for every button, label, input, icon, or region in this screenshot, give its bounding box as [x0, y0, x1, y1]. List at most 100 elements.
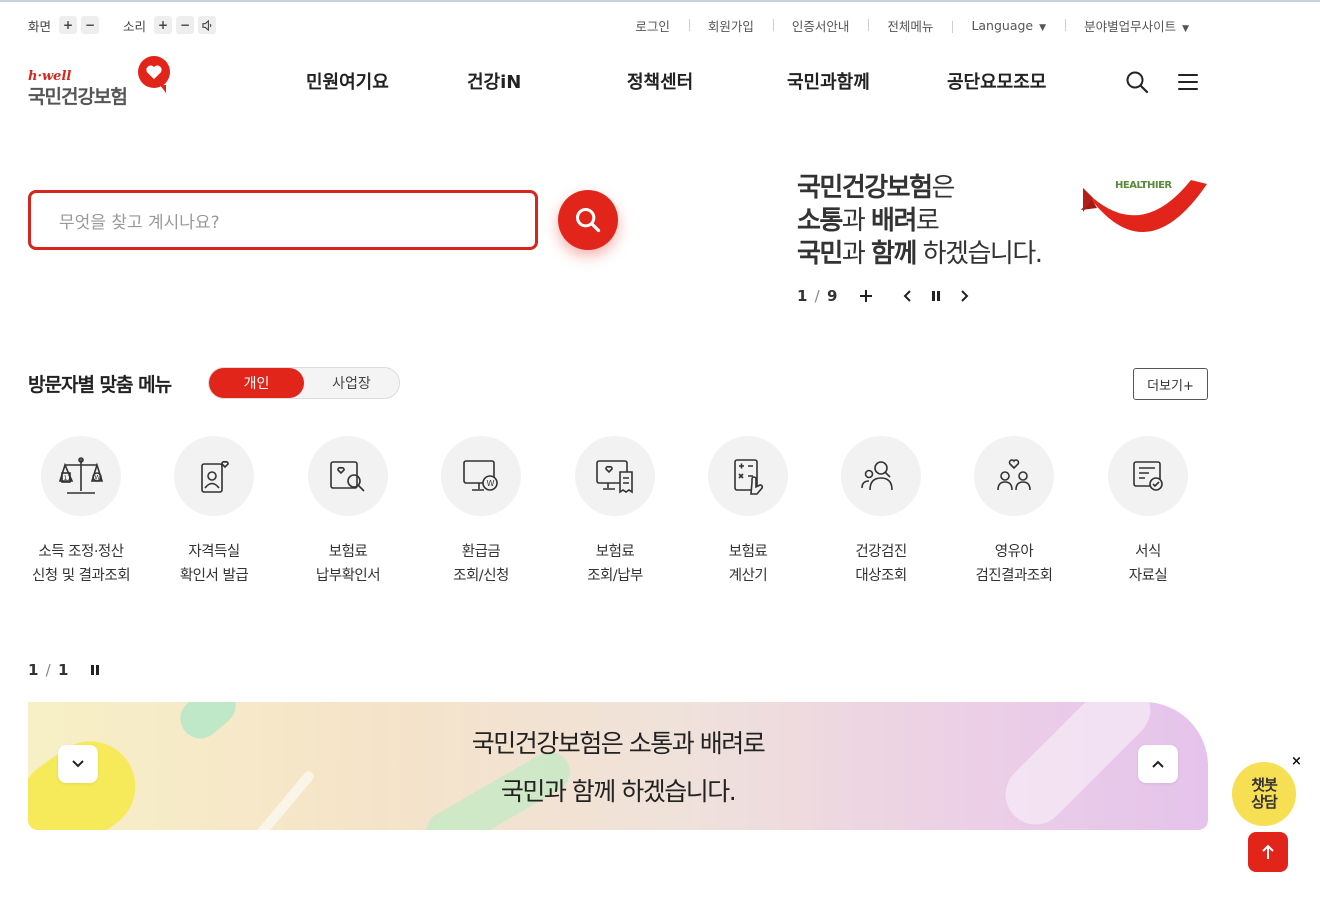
pause-icon [91, 665, 100, 675]
nhis-logo[interactable]: h·well 국민건강보험 [28, 56, 173, 108]
banner-expand-button[interactable] [58, 745, 98, 783]
quick-menu-line2: 신청 및 결과조회 [31, 568, 131, 584]
banner-collapse-button[interactable] [1138, 745, 1178, 783]
quick-menu-item[interactable]: 건강검진 대상조회 [814, 436, 948, 588]
svg-text:11: 11 [64, 475, 72, 482]
menu-icon-circle: 11 W [41, 436, 121, 516]
visitor-menu-title: 방문자별 맞춤 메뉴 [28, 374, 172, 396]
menu-icon-circle [1108, 436, 1188, 516]
quick-menu-line2: 대상조회 [855, 568, 907, 584]
quick-menu-line1: 건강검진 [855, 544, 907, 560]
banner-line-2: 국민과 함께 하겠습니다. [500, 777, 737, 806]
logo-heart-icon [138, 56, 170, 93]
quick-menu-item[interactable]: 영유아 검진결과조회 [947, 436, 1081, 588]
nav-item-health-in[interactable]: 건강iN [467, 68, 521, 94]
header-search-button[interactable] [1125, 70, 1149, 94]
all-menu-link[interactable]: 전체메뉴 [868, 16, 952, 35]
scroll-to-top-button[interactable] [1248, 832, 1288, 872]
chatbot-button[interactable]: 챗봇 상담 [1232, 762, 1296, 826]
main-search-input[interactable]: 무엇을 찾고 계시나요? [28, 190, 538, 250]
quick-menu-item[interactable]: 자격득실 확인서 발급 [147, 436, 281, 588]
volume-up-button[interactable]: + [154, 16, 173, 34]
main-search-button[interactable] [558, 190, 618, 250]
ribbon-arc-icon [1081, 180, 1207, 233]
caret-down-icon: ▼ [1039, 22, 1047, 33]
quick-menu-item[interactable]: 11 W 소득 조정·정산 신청 및 결과조회 [14, 436, 148, 588]
menu-icon-circle [575, 436, 655, 516]
language-label: Language [971, 17, 1034, 33]
visitor-type-toggle: 개인 사업장 [208, 367, 400, 399]
chatbot-close-button[interactable]: × [1291, 754, 1302, 769]
menu-icon-circle [974, 436, 1054, 516]
slide-next-button[interactable] [954, 286, 974, 306]
quick-menu-line2: 납부확인서 [315, 568, 381, 584]
more-button[interactable]: 더보기+ [1133, 368, 1208, 400]
banner-line-1: 국민건강보험은 소통과 배려로 [471, 729, 766, 758]
slide-prev-button[interactable] [898, 286, 918, 306]
quick-menu-line2: 조회/신청 [453, 568, 509, 584]
certificate-guide-link[interactable]: 인증서안내 [772, 16, 869, 35]
banner-pause-button[interactable] [85, 660, 105, 680]
chevron-down-icon [72, 760, 84, 768]
slogan-slide-controls: 1 / 9 [797, 286, 982, 306]
chevron-right-icon [961, 290, 969, 302]
sound-control: 소리 + − [123, 16, 220, 35]
menu-icon-circle: W [441, 436, 521, 516]
menu-icon-circle [841, 436, 921, 516]
slogan-banner[interactable]: 국민건강보험은 소통과 배려로 국민과 함께 하겠습니다. [797, 172, 1097, 271]
tab-personal[interactable]: 개인 [209, 368, 304, 398]
calculator-icon [734, 459, 764, 495]
plus-icon [860, 290, 873, 302]
language-dropdown[interactable]: Language ▼ [952, 18, 1065, 33]
speaker-icon [201, 19, 211, 31]
slogan-line-2: 소통과 배려로 [797, 206, 940, 236]
signup-link[interactable]: 회원가입 [688, 16, 773, 35]
nav-item-policy-center[interactable]: 정책센터 [627, 68, 693, 94]
chevron-left-icon [903, 290, 912, 302]
slogan-line-1: 국민건강보험은 [797, 173, 955, 203]
chevron-up-icon [1152, 760, 1164, 768]
nav-item-civil-service[interactable]: 민원여기요 [306, 68, 389, 94]
quick-menu-item[interactable]: 보험료 납부확인서 [281, 436, 415, 588]
search-placeholder: 무엇을 찾고 계시나요? [59, 212, 220, 233]
quick-menu-item[interactable]: 보험료 조회/납부 [548, 436, 682, 588]
quick-menu-line2: 계산기 [728, 568, 768, 584]
quick-menu-line1: 보험료 [595, 544, 635, 560]
quick-menu-line1: 영유아 [994, 544, 1034, 560]
monitor-receipt-icon [596, 460, 633, 494]
hamburger-menu-icon [1178, 74, 1198, 90]
form-check-icon [1133, 461, 1163, 491]
pause-icon [932, 291, 941, 301]
nav-item-about-nhis[interactable]: 공단요모조모 [947, 68, 1046, 94]
tab-business[interactable]: 사업장 [304, 368, 399, 398]
speaker-button[interactable] [198, 16, 217, 34]
slogan-strip-banner[interactable]: 국민건강보험은 소통과 배려로 국민과 함께 하겠습니다. [28, 702, 1208, 830]
arrow-up-icon [1262, 844, 1274, 859]
banner-slide-controls: 1 / 1 [28, 660, 113, 680]
login-link[interactable]: 로그인 [616, 16, 689, 35]
header-menu-button[interactable] [1176, 70, 1200, 94]
healthier-ribbon: HEALTHIER [1077, 168, 1209, 238]
quick-menu-line1: 자격득실 [188, 544, 240, 560]
quick-menu-item[interactable]: W 환급금 조회/신청 [414, 436, 548, 588]
volume-down-button[interactable]: − [176, 16, 195, 34]
search-icon [1126, 71, 1149, 94]
quick-menu-item[interactable]: 서식 자료실 [1081, 436, 1215, 588]
menu-icon-circle [308, 436, 388, 516]
quick-menu-line2: 검진결과조회 [975, 568, 1053, 584]
business-site-dropdown[interactable]: 분야별업무사이트 ▼ [1065, 16, 1208, 35]
top-border [0, 0, 1320, 2]
scale-icon: 11 W [58, 457, 104, 494]
sound-label: 소리 [123, 18, 147, 34]
zoom-in-button[interactable]: + [59, 16, 78, 34]
slide-more-button[interactable] [856, 286, 876, 306]
family-heart-icon [997, 459, 1031, 491]
zoom-out-button[interactable]: − [81, 16, 100, 34]
slide-pause-button[interactable] [926, 286, 946, 306]
quick-menu-line1: 환급금 [461, 544, 501, 560]
nav-item-with-citizens[interactable]: 국민과함께 [787, 68, 870, 94]
utility-links: 로그인 회원가입 인증서안내 전체메뉴 Language ▼ 분야별업무사이트 ▼ [616, 16, 1208, 35]
banner-pager: 1 / 1 [28, 661, 70, 679]
id-card-heart-icon [201, 460, 229, 493]
quick-menu-item[interactable]: 보험료 계산기 [681, 436, 815, 588]
